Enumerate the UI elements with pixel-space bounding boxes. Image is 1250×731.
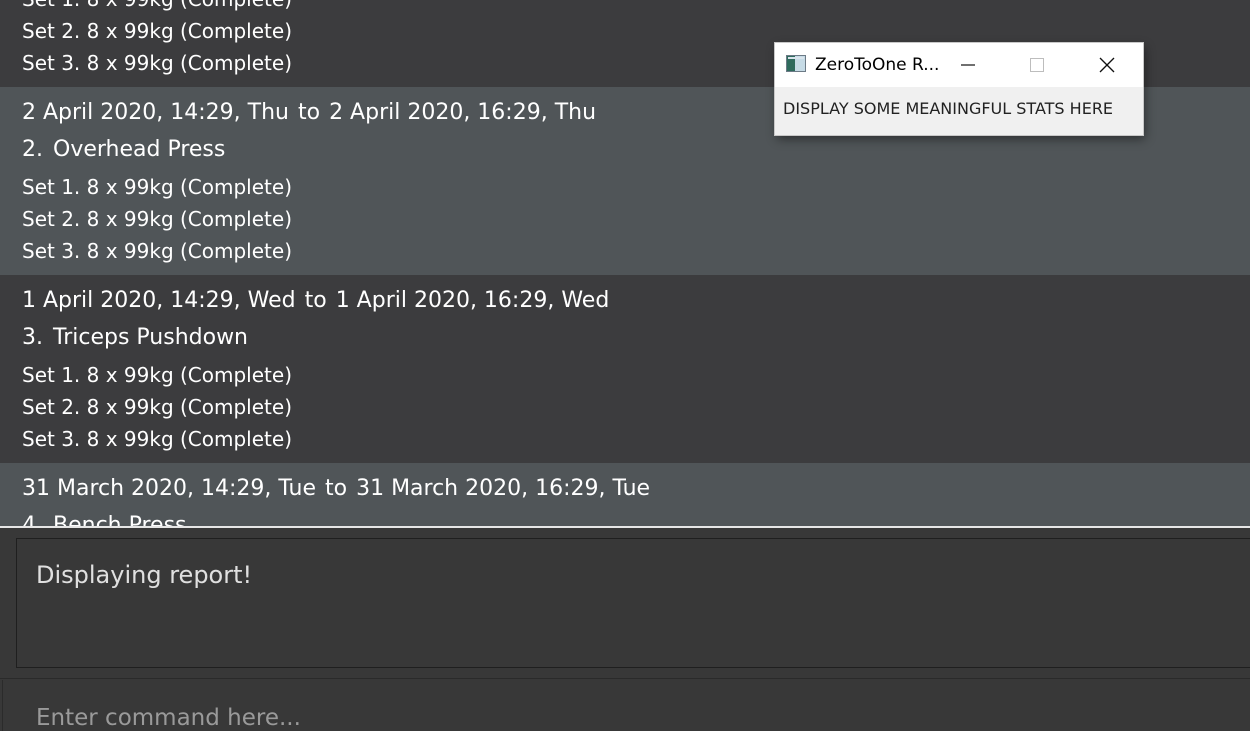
app-window: Set 1. 8 x 99kg (Complete) Set 2. 8 x 99… — [0, 0, 1250, 731]
close-button[interactable] — [1084, 43, 1130, 87]
exercise-index: 4. — [22, 513, 43, 526]
exercise-title: 2. Overhead Press — [22, 136, 1250, 172]
set-entry: Set 2. 8 x 99kg (Complete) — [22, 395, 292, 419]
set-entry: Set 3. 8 x 99kg (Complete) — [22, 427, 292, 451]
pane-divider — [0, 678, 1250, 679]
close-icon — [1099, 57, 1115, 73]
workout-datetime: 1 April 2020, 14:29, Wed to 1 April 2020, … — [22, 286, 1250, 324]
maximize-icon — [1030, 58, 1044, 72]
exercise-name: Overhead Press — [53, 137, 226, 162]
to-label: to — [304, 288, 327, 313]
set-entry: Set 2. 8 x 99kg (Complete) — [22, 207, 292, 231]
minimize-icon — [961, 64, 975, 66]
result-display[interactable]: Displaying report! — [16, 538, 1250, 668]
result-pane: Displaying report! — [0, 528, 1250, 678]
exercise-index: 2. — [22, 137, 43, 162]
maximize-button[interactable] — [1014, 43, 1060, 87]
workout-start: 1 April 2020, 14:29, Wed — [22, 288, 296, 313]
exercise-name: Triceps Pushdown — [53, 325, 249, 350]
exercise-title: 3. Triceps Pushdown — [22, 324, 1250, 360]
workout-datetime: 31 March 2020, 14:29, Tue to 31 March 2020… — [22, 474, 1250, 512]
to-label: to — [324, 476, 348, 501]
exercise-index: 3. — [22, 325, 43, 350]
popup-titlebar[interactable]: ZeroToOne R... — [775, 43, 1143, 87]
popup-title: ZeroToOne R... — [815, 55, 940, 75]
exercise-name: Bench Press — [53, 513, 187, 526]
set-entry: Set 1. 8 x 99kg (Complete) — [22, 175, 292, 199]
workout-end: 1 April 2020, 16:29, Wed — [335, 288, 610, 313]
app-icon — [786, 55, 806, 72]
set-entry: Set 1. 8 x 99kg (Complete) — [22, 363, 292, 387]
set-entry: Set 3. 8 x 99kg (Complete) — [22, 239, 292, 263]
workout-card[interactable]: 31 March 2020, 14:29, Tue to 31 March 2020… — [0, 463, 1250, 526]
report-popup-window[interactable]: ZeroToOne R... DISPLAY SOME MEANINGFUL S… — [775, 43, 1143, 135]
workout-start: 31 March 2020, 14:29, Tue — [22, 476, 316, 501]
command-input[interactable] — [2, 680, 1250, 731]
workout-card[interactable]: 1 April 2020, 14:29, Wed to 1 April 2020, … — [0, 275, 1250, 463]
set-entry: Set 1. 8 x 99kg (Complete) — [22, 0, 1250, 16]
workout-end: 2 April 2020, 16:29, Thu — [329, 100, 597, 125]
exercise-title: 4. Bench Press — [22, 512, 1250, 526]
to-label: to — [297, 100, 321, 125]
workout-end: 31 March 2020, 16:29, Tue — [356, 476, 651, 501]
stats-placeholder-text: DISPLAY SOME MEANINGFUL STATS HERE — [783, 99, 1114, 118]
workout-start: 2 April 2020, 14:29, Thu — [22, 100, 289, 125]
minimize-button[interactable] — [945, 43, 991, 87]
command-pane — [0, 680, 1250, 731]
